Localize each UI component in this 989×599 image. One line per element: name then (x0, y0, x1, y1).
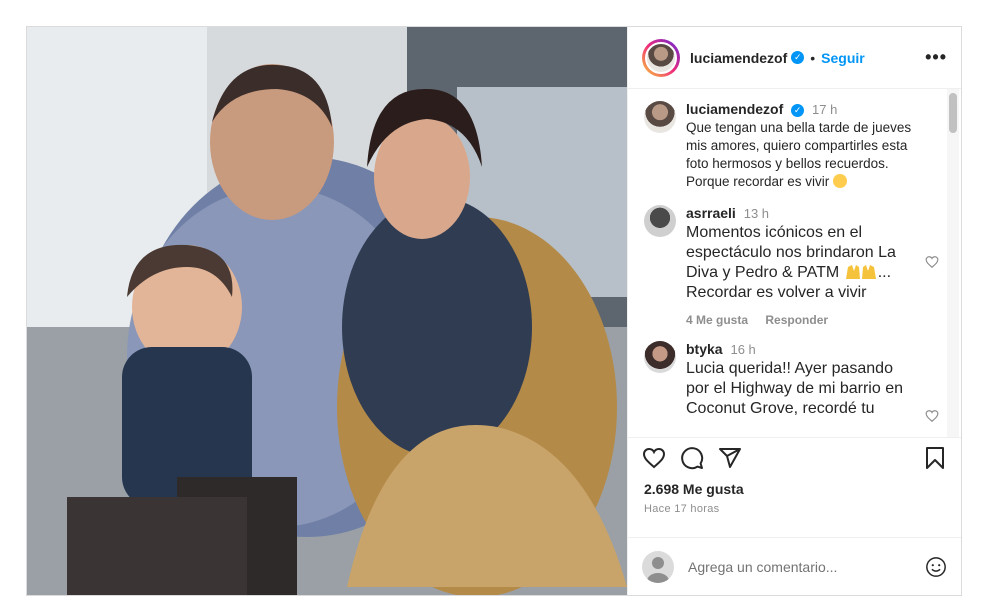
commenter-username[interactable]: btyka (686, 341, 723, 357)
comment-time: 16 h (730, 342, 756, 357)
commenter-avatar[interactable] (644, 341, 676, 373)
post-photo[interactable] (27, 27, 627, 595)
instagram-post: luciamendezof ✓ • Seguir ••• luciamendez… (26, 26, 962, 596)
author-avatar[interactable] (642, 38, 680, 77)
comment-input[interactable] (688, 558, 925, 575)
comments-list[interactable]: luciamendezof ✓ 17 h Que tengan una bell… (628, 89, 961, 437)
comment-item: btyka 16 h Lucia querida!! Ayer pasando … (644, 341, 945, 423)
emoji-icon[interactable] (925, 556, 947, 578)
scrollbar-track[interactable] (947, 89, 959, 437)
more-options-icon[interactable]: ••• (925, 47, 947, 68)
post-header: luciamendezof ✓ • Seguir ••• (628, 27, 961, 89)
separator-dot: • (810, 49, 816, 66)
caption: luciamendezof ✓ 17 h Que tengan una bell… (644, 101, 945, 191)
caption-avatar[interactable] (644, 101, 676, 133)
bookmark-icon[interactable] (923, 446, 947, 470)
comment-time: 13 h (743, 206, 770, 221)
heart-icon[interactable] (642, 446, 666, 470)
likes-count[interactable]: 2.698 Me gusta (628, 477, 961, 497)
author-username[interactable]: luciamendezof (690, 50, 787, 66)
user-avatar (642, 550, 674, 583)
reply-button[interactable]: Responder (765, 313, 828, 327)
comment-icon[interactable] (680, 446, 704, 470)
add-comment-bar (628, 537, 961, 595)
comment-text: Lucia querida!! Ayer pasando por el High… (686, 360, 903, 417)
caption-text: Que tengan una bella tarde de jueves mis… (686, 120, 912, 189)
comment-likes[interactable]: 4 Me gusta (686, 313, 748, 327)
scrollbar-thumb[interactable] (949, 93, 957, 133)
post-sidebar: luciamendezof ✓ • Seguir ••• luciamendez… (627, 27, 961, 595)
comment-like-icon[interactable] (925, 409, 939, 423)
heart-eyes-emoji (833, 174, 848, 188)
caption-time: 17 h (812, 102, 838, 117)
caption-username[interactable]: luciamendezof (686, 101, 783, 117)
verified-icon: ✓ (791, 51, 805, 64)
comment-like-icon[interactable] (925, 255, 939, 269)
share-icon[interactable] (718, 446, 742, 470)
follow-button[interactable]: Seguir (821, 50, 865, 66)
family-photo (27, 27, 627, 595)
verified-icon: ✓ (791, 103, 805, 117)
comment-item: asrraeli 13 h Momentos icónicos en el es… (644, 205, 945, 327)
comment-text: Momentos icónicos en el espectáculo nos … (686, 224, 896, 301)
commenter-username[interactable]: asrraeli (686, 205, 736, 221)
post-actions (628, 437, 961, 477)
raising-hands-emoji (845, 265, 876, 279)
commenter-avatar[interactable] (644, 205, 676, 237)
post-time[interactable]: Hace 17 horas (628, 497, 961, 515)
